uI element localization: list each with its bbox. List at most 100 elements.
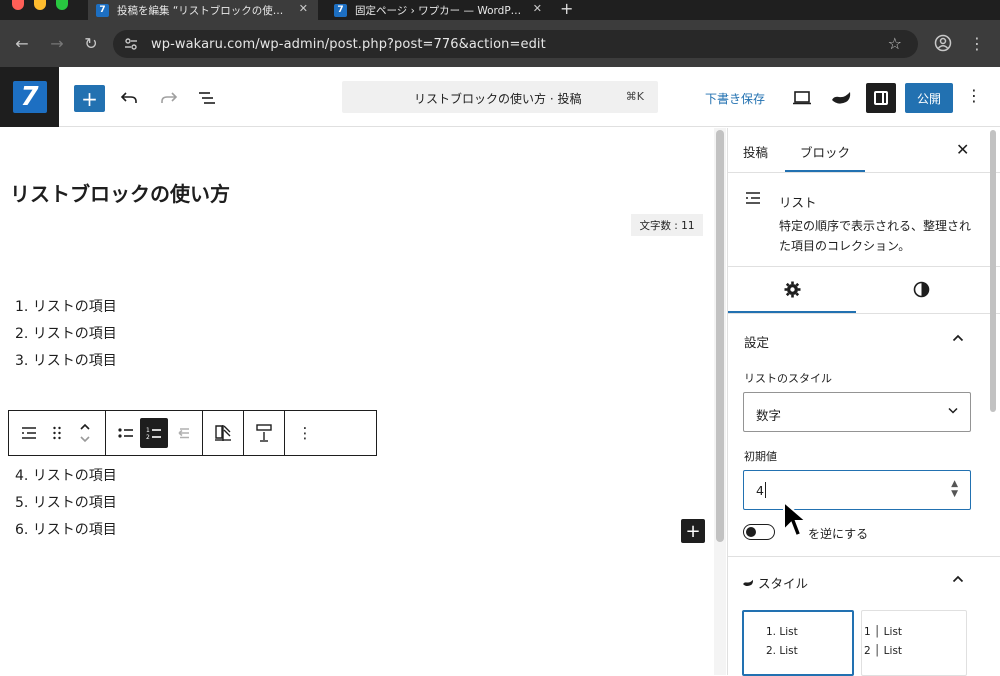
styles-icon [742,578,754,588]
list-item[interactable]: 6. リストの項目 [15,517,117,544]
options-menu-icon[interactable]: ⋮ [966,86,982,105]
block-toolbar-group-list: 12 [106,411,203,455]
close-sidebar-icon[interactable]: ✕ [956,140,969,159]
text-caret [765,482,766,498]
block-toolbar-group-more: ⋮ [285,411,325,455]
block-card-title: リスト [779,195,817,210]
tab-block[interactable]: ブロック [800,142,850,161]
post-title[interactable]: リストブロックの使い方 [10,178,230,207]
style-preview-line: 2 │ List [864,645,903,657]
style-preview-line: 2. List [766,645,798,657]
close-tab-icon[interactable]: ✕ [299,2,308,15]
style-preview-line: 1. List [766,626,798,638]
block-toolbar-group-rtl [203,411,244,455]
divider [728,313,1000,314]
browser-tab-pages[interactable]: 7 固定ページ › ワプカー — WordP… ✕ [326,0,552,20]
text-direction-icon[interactable] [209,418,237,448]
document-overview-icon[interactable] [194,85,220,111]
ordered-list-icon[interactable]: 12 [140,418,168,448]
command-shortcut: ⌘K [625,90,644,103]
outdent-icon[interactable] [168,418,196,448]
command-palette-bar[interactable]: リストブロックの使い方 · 投稿 ⌘K [342,81,658,113]
list-item[interactable]: 4. リストの項目 [15,463,117,490]
unordered-list-icon[interactable] [112,418,140,448]
bookmark-star-icon[interactable]: ☆ [888,34,902,53]
new-tab-button[interactable]: + [560,0,573,18]
site-favicon-icon: 7 [96,3,109,17]
browser-toolbar: ← → ↻ wp-wakaru.com/wp-admin/post.php?po… [0,20,1000,67]
number-spinner-icon[interactable]: ▲ ▼ [951,479,958,499]
move-up-down-icon[interactable] [71,418,99,448]
more-options-icon[interactable]: ⋮ [291,418,319,448]
add-block-button[interactable]: + [681,519,705,543]
save-draft-button[interactable]: 下書き保存 [705,90,765,107]
chevron-down-icon [948,403,958,417]
reverse-order-toggle[interactable] [743,524,775,540]
divider [728,556,1000,557]
settings-gear-icon[interactable] [784,281,801,303]
address-bar[interactable]: wp-wakaru.com/wp-admin/post.php?post=776… [113,30,918,58]
list-block-bottom[interactable]: 4. リストの項目 5. リストの項目 6. リストの項目 [15,463,117,544]
list-block-top[interactable]: 1. リストの項目 2. リストの項目 3. リストの項目 [15,294,117,375]
list-item[interactable]: 2. リストの項目 [15,321,117,348]
back-arrow-icon[interactable]: ← [11,32,33,54]
list-block-icon [745,191,761,209]
url-text: wp-wakaru.com/wp-admin/post.php?post=776… [151,36,546,52]
minimize-window-button[interactable] [34,0,46,10]
site-info-icon[interactable] [123,36,139,52]
mouse-pointer-icon [783,500,808,538]
editor-canvas: リストブロックの使い方 文字数 : 11 1. リストの項目 2. リストの項目… [0,128,726,675]
block-inserter-button[interactable]: + [74,85,105,112]
drag-handle-icon[interactable] [43,418,71,448]
close-tab-icon[interactable]: ✕ [533,2,542,15]
settings-sidebar-toggle[interactable] [866,83,896,113]
start-value-input[interactable]: 4 ▲ ▼ [743,470,971,510]
styles-contrast-icon[interactable] [913,281,930,303]
canvas-scrollbar-thumb[interactable] [716,130,724,542]
block-toolbar: 12 ⋮ [8,410,377,456]
close-window-button[interactable] [12,0,24,10]
tab-title: 固定ページ › ワプカー — WordP… [355,4,522,17]
tab-post[interactable]: 投稿 [743,142,768,161]
canvas-scrollbar[interactable] [714,128,726,675]
block-card-description: 特定の順序で表示される、整理された項目のコレクション。 [779,219,972,253]
list-style-label: リストのスタイル [744,372,832,385]
maximize-window-button[interactable] [56,0,68,10]
svg-text:1: 1 [146,427,150,434]
settings-sidebar: 投稿 ブロック ✕ リスト 特定の順序で表示される、整理された項目のコレクション… [727,128,1000,676]
forward-arrow-icon[interactable]: → [46,32,68,54]
site-favicon-icon: 7 [334,3,347,17]
style-option-default[interactable]: 1. List 2. List [742,610,854,676]
list-item[interactable]: 5. リストの項目 [15,490,117,517]
document-title: リストブロックの使い方 · 投稿 [414,92,582,106]
start-value-label: 初期値 [744,450,777,463]
undo-icon[interactable] [116,85,142,111]
list-block-icon[interactable] [15,418,43,448]
list-style-select[interactable]: 数字 [743,392,971,432]
profile-icon[interactable] [932,32,954,54]
redo-icon[interactable] [156,85,182,111]
sidebar-scrollbar[interactable] [988,128,998,675]
block-toolbar-group-parent [9,411,106,455]
start-value: 4 [756,483,764,498]
styles-panel-title[interactable]: スタイル [742,573,808,592]
publish-button[interactable]: 公開 [905,83,953,113]
site-logo-icon: 7 [12,81,47,113]
vertical-alignment-icon[interactable] [250,418,278,448]
styles-icon[interactable] [828,85,854,111]
preview-icon[interactable] [789,85,815,111]
browser-menu-icon[interactable]: ⋮ [966,32,988,54]
toggle-knob [746,527,756,537]
chevron-up-icon[interactable] [952,330,964,346]
style-preview-line: 1 │ List [864,626,903,638]
browser-tab-edit-post[interactable]: 7 投稿を編集 “リストブロックの使… ✕ [88,0,318,20]
list-item[interactable]: 1. リストの項目 [15,294,117,321]
style-option-alternate[interactable]: 1 │ List 2 │ List [861,610,967,676]
reload-icon[interactable]: ↻ [80,32,102,54]
chevron-up-icon[interactable] [952,571,964,587]
settings-panel-title[interactable]: 設定 [744,332,769,351]
list-item[interactable]: 3. リストの項目 [15,348,117,375]
editor-header: 7 + リストブロックの使い方 · 投稿 ⌘K 下書き保存 公開 ⋮ [0,67,1000,127]
sidebar-scrollbar-thumb[interactable] [990,130,996,412]
site-logo[interactable]: 7 [0,67,59,127]
